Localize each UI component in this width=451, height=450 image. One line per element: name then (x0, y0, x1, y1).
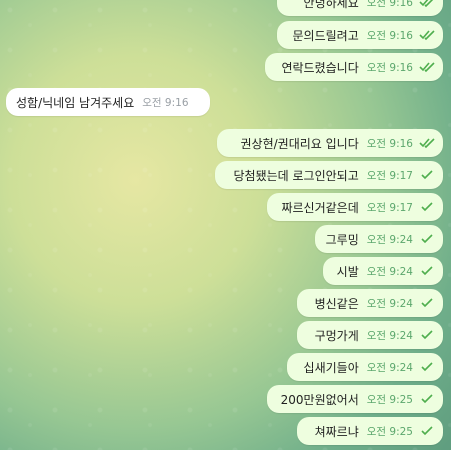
outgoing-message-bubble[interactable]: 권상현/권대리요 입니다 오전 9:16 (217, 129, 443, 157)
message-timestamp: 오전 9:16 (142, 96, 189, 109)
outgoing-message-bubble[interactable]: 당첨됐는데 로그인안되고 오전 9:17 (215, 161, 443, 189)
incoming-message-bubble[interactable]: 성함/닉네임 남겨주세요 오전 9:16 (6, 88, 210, 116)
single-check-icon (419, 393, 435, 405)
message-text: 연락드렸습니다 (281, 60, 359, 75)
single-check-icon (419, 233, 435, 245)
outgoing-message-bubble[interactable]: 짜르신거같은데 오전 9:17 (267, 193, 443, 221)
message-timestamp: 오전 9:16 (366, 61, 413, 74)
message-timestamp: 오전 9:16 (366, 29, 413, 42)
message-timestamp: 오전 9:16 (366, 0, 413, 9)
single-check-icon (419, 169, 435, 181)
message-text: 십새기들아 (303, 360, 359, 375)
message-text: 병신같은 (314, 296, 359, 311)
message-text: 200만원없어서 (280, 392, 359, 407)
message-timestamp: 오전 9:25 (366, 425, 413, 438)
message-timestamp: 오전 9:24 (366, 297, 413, 310)
message-timestamp: 오전 9:17 (366, 201, 413, 214)
message-text: 쳐짜르냐 (314, 424, 359, 439)
single-check-icon (419, 425, 435, 437)
single-check-icon (419, 265, 435, 277)
double-check-icon (419, 61, 435, 73)
message-timestamp: 오전 9:17 (366, 169, 413, 182)
message-text: 시발 (336, 264, 359, 279)
message-text: 문의드릴려고 (292, 28, 359, 43)
message-text: 그루밍 (325, 232, 359, 247)
message-text: 안녕하세요 (303, 0, 359, 10)
double-check-icon (419, 29, 435, 41)
double-check-icon (419, 0, 435, 8)
outgoing-message-bubble[interactable]: 200만원없어서 오전 9:25 (267, 385, 443, 413)
outgoing-message-bubble[interactable]: 그루밍 오전 9:24 (315, 225, 443, 253)
outgoing-message-bubble[interactable]: 쳐짜르냐 오전 9:25 (297, 417, 443, 445)
outgoing-message-bubble[interactable]: 병신같은 오전 9:24 (297, 289, 443, 317)
message-text: 성함/닉네임 남겨주세요 (16, 95, 135, 110)
single-check-icon (419, 361, 435, 373)
outgoing-message-bubble[interactable]: 구멍가게 오전 9:24 (297, 321, 443, 349)
message-text: 권상현/권대리요 입니다 (240, 136, 359, 151)
message-timestamp: 오전 9:25 (366, 393, 413, 406)
message-list[interactable]: 안녕하세요 오전 9:16 문의드릴려고 오전 9:16 연락드렸습니다 오전 9:16 성… (0, 0, 451, 450)
message-text: 당첨됐는데 로그인안되고 (233, 168, 359, 183)
double-check-icon (419, 137, 435, 149)
outgoing-message-bubble[interactable]: 안녕하세요 오전 9:16 (277, 0, 443, 16)
message-text: 구멍가게 (314, 328, 359, 343)
message-text: 짜르신거같은데 (281, 200, 359, 215)
outgoing-message-bubble[interactable]: 연락드렸습니다 오전 9:16 (265, 53, 443, 81)
single-check-icon (419, 329, 435, 341)
outgoing-message-bubble[interactable]: 문의드릴려고 오전 9:16 (277, 21, 443, 49)
message-timestamp: 오전 9:16 (366, 137, 413, 150)
outgoing-message-bubble[interactable]: 십새기들아 오전 9:24 (287, 353, 443, 381)
message-timestamp: 오전 9:24 (366, 329, 413, 342)
message-timestamp: 오전 9:24 (366, 361, 413, 374)
message-timestamp: 오전 9:24 (366, 233, 413, 246)
message-timestamp: 오전 9:24 (366, 265, 413, 278)
single-check-icon (419, 297, 435, 309)
single-check-icon (419, 201, 435, 213)
outgoing-message-bubble[interactable]: 시발 오전 9:24 (323, 257, 443, 285)
